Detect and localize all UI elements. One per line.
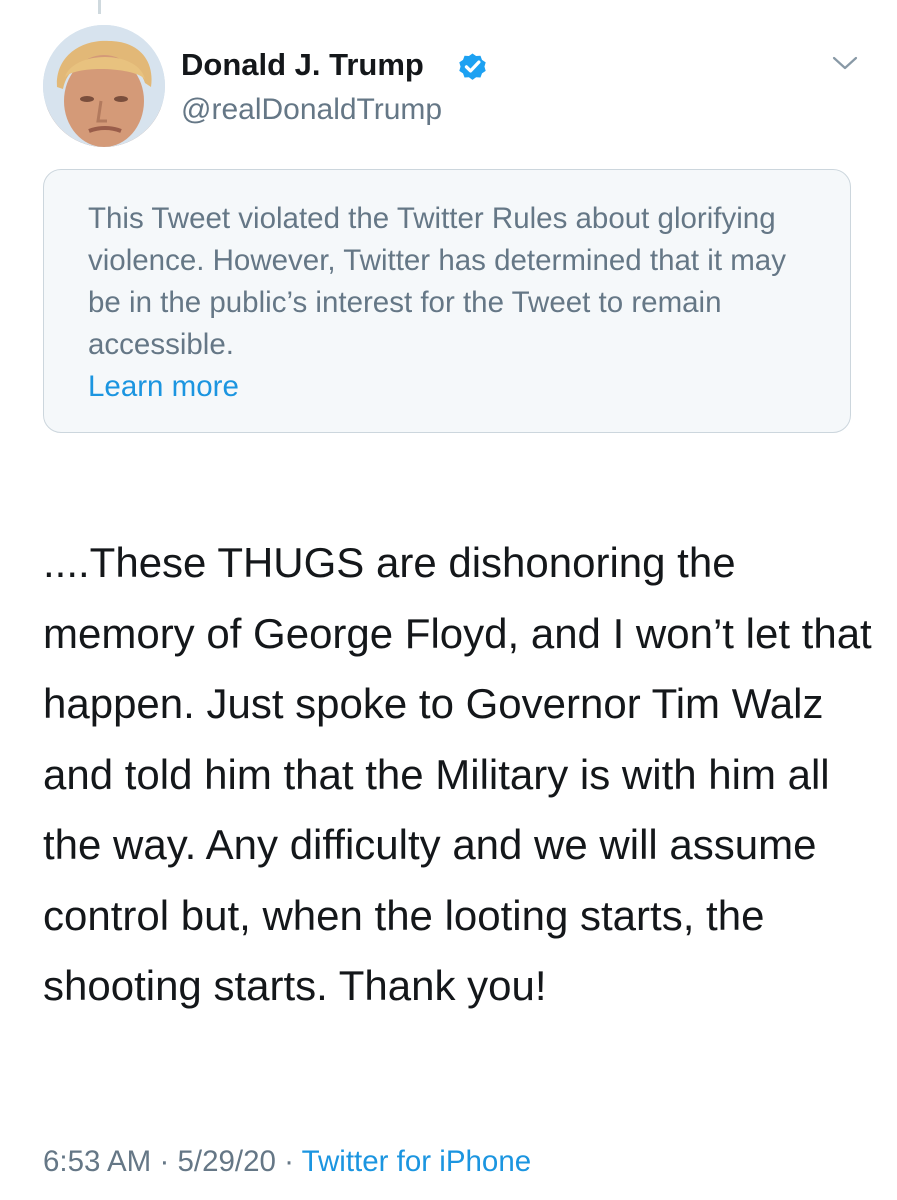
tweet-body: ....These THUGS are dishonoring the memo… [43, 539, 872, 1009]
avatar[interactable] [43, 25, 165, 147]
thread-connector-line [98, 0, 101, 14]
learn-more-link[interactable]: Learn more [88, 366, 806, 408]
author-display-name[interactable]: Donald J. Trump [181, 45, 424, 85]
notice-text: This Tweet violated the Twitter Rules ab… [88, 202, 786, 361]
tweet-date: 5/29/20 [177, 1145, 276, 1178]
tweet-metadata: 6:53 AM · 5/29/20 · Twitter for iPhone [43, 1141, 531, 1183]
chevron-down-icon[interactable] [832, 53, 858, 73]
meta-separator: · [159, 1145, 170, 1178]
verified-badge-icon [459, 53, 486, 80]
profile-photo-icon [43, 25, 165, 147]
author-handle[interactable]: @realDonaldTrump [181, 90, 442, 130]
meta-separator: · [284, 1145, 294, 1178]
tweet-time: 6:53 AM [43, 1145, 152, 1178]
tweet-source-link[interactable]: Twitter for iPhone [302, 1145, 532, 1178]
rules-violation-notice: This Tweet violated the Twitter Rules ab… [43, 169, 851, 433]
